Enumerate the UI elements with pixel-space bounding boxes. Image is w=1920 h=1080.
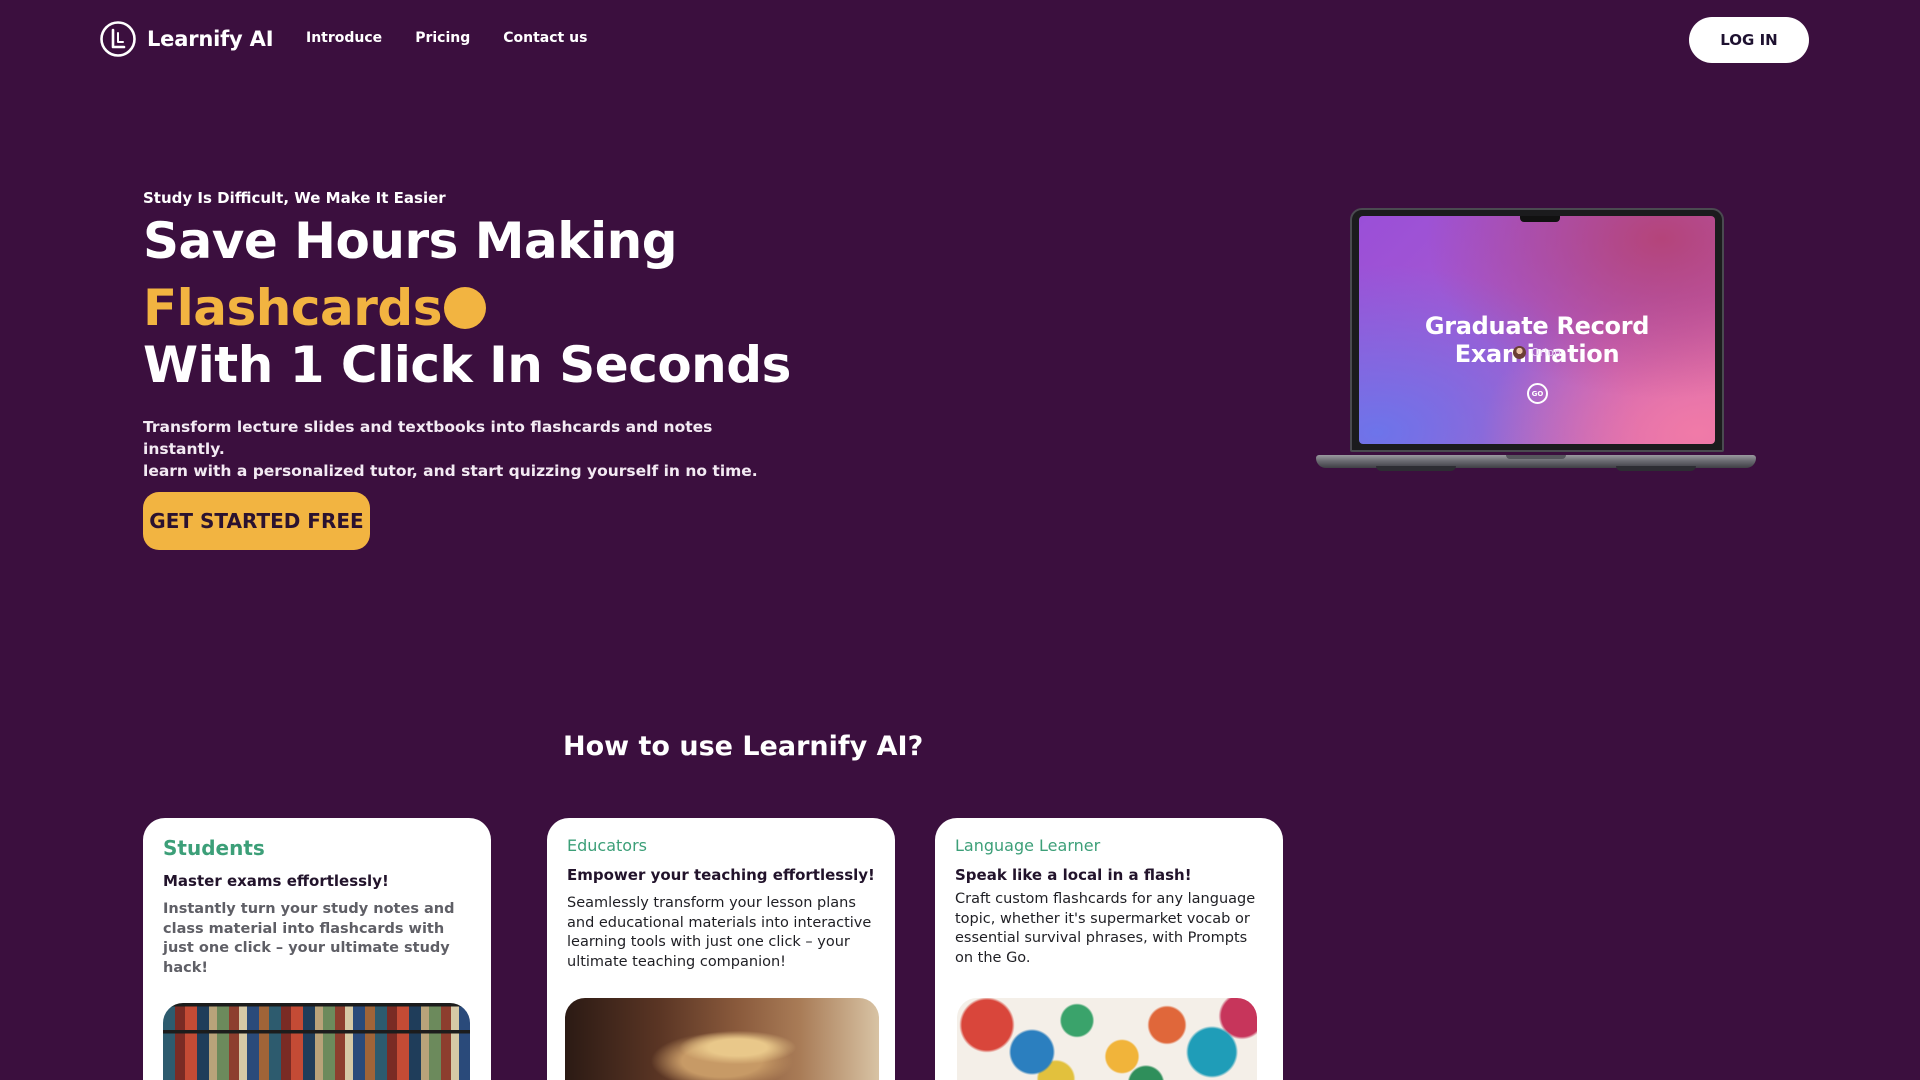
- card-title: Educators: [567, 836, 647, 855]
- brand-logo[interactable]: Learnify AI: [99, 20, 274, 58]
- laptop-screen: Graduate Record Examination Orion GO: [1359, 216, 1715, 444]
- how-to-use-title: How to use Learnify AI?: [563, 731, 924, 762]
- avatar: [1513, 346, 1527, 359]
- camera-notch: [1520, 216, 1560, 222]
- card-subtitle: Empower your teaching effortlessly!: [567, 866, 875, 884]
- nav-link-introduce[interactable]: Introduce: [306, 30, 382, 46]
- hero-title-line-3: With 1 Click In Seconds: [143, 336, 791, 394]
- top-navigation: Learnify AI Introduce Pricing Contact us…: [0, 0, 1920, 80]
- card-subtitle: Master exams effortlessly!: [163, 872, 389, 890]
- login-button[interactable]: LOG IN: [1689, 17, 1809, 63]
- hero-title-highlight: Flashcards: [143, 279, 442, 337]
- card-title: Students: [163, 836, 265, 860]
- yellow-dot-decoration: [443, 287, 486, 329]
- get-started-button[interactable]: GET STARTED FREE: [143, 492, 370, 550]
- bookshelf-image: [163, 1003, 470, 1080]
- deck-title: Graduate Record Examination: [1424, 312, 1650, 368]
- laptop-base-notch: [1506, 455, 1566, 459]
- nav-links: Introduce Pricing Contact us: [306, 30, 587, 46]
- brand-name: Learnify AI: [147, 27, 274, 51]
- author-name: Orion: [1531, 346, 1561, 359]
- laptop-foot-right: [1616, 466, 1696, 471]
- laptop-lid: Graduate Record Examination Orion GO: [1350, 208, 1724, 452]
- card-body: Instantly turn your study notes and clas…: [163, 901, 455, 976]
- deck-author: Orion: [1359, 346, 1715, 359]
- go-button[interactable]: GO: [1527, 383, 1548, 404]
- card-students[interactable]: Students Master exams effortlessly! Inst…: [143, 818, 491, 1080]
- hero-title-highlight-line: Flashcards: [143, 278, 791, 338]
- hero-eyebrow: Study Is Difficult, We Make It Easier: [143, 189, 446, 207]
- laptop-mockup: Graduate Record Examination Orion GO: [1316, 208, 1756, 473]
- alphabet-letters-image: [957, 998, 1257, 1080]
- card-subtitle: Speak like a local in a flash!: [955, 866, 1192, 884]
- laptop-foot-left: [1376, 466, 1456, 471]
- card-body: Seamlessly transform your lesson plans a…: [567, 895, 872, 970]
- hero-description-line-2: learn with a personalized tutor, and sta…: [143, 462, 758, 480]
- hero-title: Save Hours Making Flashcards With 1 Clic…: [143, 208, 791, 390]
- hero-description-line-1: Transform lecture slides and textbooks i…: [143, 418, 713, 458]
- learnify-logo-icon: [100, 21, 136, 57]
- nav-link-contact[interactable]: Contact us: [503, 30, 587, 46]
- card-language-learner[interactable]: Language Learner Speak like a local in a…: [935, 818, 1283, 1080]
- hero-title-line-1: Save Hours Making: [143, 212, 678, 270]
- card-educators[interactable]: Educators Empower your teaching effortle…: [547, 818, 895, 1080]
- card-title: Language Learner: [955, 836, 1101, 855]
- student-studying-image: [565, 998, 879, 1080]
- hero-description: Transform lecture slides and textbooks i…: [143, 416, 763, 482]
- nav-link-pricing[interactable]: Pricing: [415, 30, 470, 46]
- card-body: Craft custom flashcards for any language…: [955, 891, 1256, 966]
